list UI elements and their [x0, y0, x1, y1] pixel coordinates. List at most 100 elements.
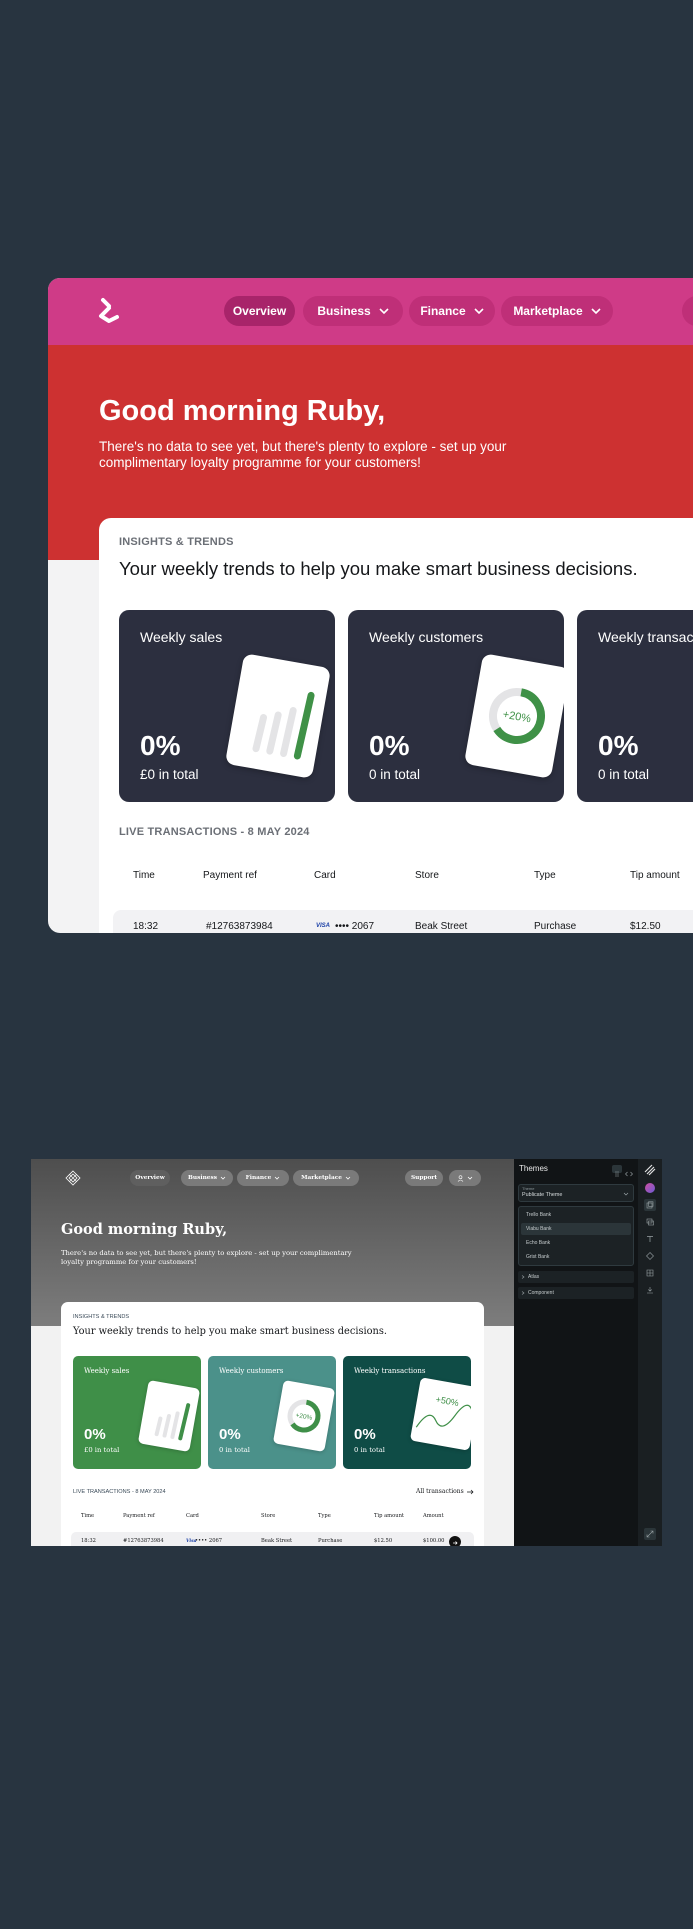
nav-marketplace-button[interactable]: Marketplace — [501, 296, 613, 326]
visa-icon: VISA — [316, 923, 331, 929]
accordion-atlas[interactable]: Atlas — [518, 1271, 634, 1283]
column-header: Time — [133, 870, 155, 881]
nav-overview-button[interactable]: Overview — [130, 1170, 170, 1186]
nav-marketplace-button[interactable]: Marketplace — [293, 1170, 359, 1186]
intro-text: There's no data to see yet, but there's … — [99, 439, 507, 470]
all-transactions-link[interactable]: All transactions — [416, 1488, 474, 1495]
code-icon — [625, 1171, 633, 1177]
panel-settings-button[interactable] — [612, 1165, 622, 1177]
weekly-customers-card[interactable]: Weekly customers +20% 0% 0 in total — [208, 1356, 336, 1469]
theme-avatar-button[interactable] — [644, 1182, 656, 1194]
cell-tip-amount: $12.50 — [630, 921, 661, 932]
tool-copy-button[interactable] — [644, 1199, 656, 1211]
theme-option[interactable]: Echo Bank — [521, 1237, 631, 1249]
table-row[interactable]: 18:32 #12763873984 Visa •••• 2067 Beak S… — [71, 1532, 474, 1546]
tool-layers-button[interactable] — [644, 1216, 656, 1228]
theme-option[interactable]: Grist Bank — [521, 1251, 631, 1263]
weekly-transactions-card[interactable]: Weekly transactions 0% 0 in total — [577, 610, 693, 802]
nav-business-label: Business — [187, 1175, 217, 1181]
nav-business-label: Business — [317, 304, 371, 318]
insights-label: INSIGHTS & TRENDS — [119, 536, 234, 548]
account-menu-button[interactable] — [449, 1170, 481, 1186]
accordion-component[interactable]: Component — [518, 1287, 634, 1299]
theme-preview-screen: Overview Business Finance Marketplace Su… — [31, 1159, 662, 1546]
bar-chart-illustration-icon — [224, 653, 332, 779]
chevron-down-icon — [345, 1176, 351, 1180]
tool-text-button[interactable] — [644, 1233, 656, 1245]
zoomed-dashboard: Overview Business Finance Marketplace Go… — [48, 278, 693, 933]
nav-overview-button[interactable]: Overview — [224, 296, 295, 326]
nav-support-button[interactable] — [682, 296, 693, 326]
chevron-down-icon — [275, 1176, 280, 1180]
nav-marketplace-label: Marketplace — [513, 304, 583, 318]
theme-option-selected[interactable]: Viabu Bank — [521, 1223, 631, 1235]
theme-select-label: Theme — [522, 1186, 535, 1191]
column-header: Payment ref — [123, 1513, 155, 1519]
app-logo-button[interactable] — [644, 1164, 656, 1176]
intro-text: There's no data to see yet, but there's … — [61, 1249, 352, 1266]
live-transactions-label: LIVE TRANSACTIONS - 8 MAY 2024 — [119, 826, 310, 838]
card-badge: +20% — [502, 709, 532, 726]
donut-chart-illustration-icon: +20% — [463, 653, 564, 779]
table-row[interactable]: 18:32 #12763873984 VISA •••• 2067 Beak S… — [113, 910, 693, 933]
column-header: Tip amount — [630, 870, 680, 881]
tool-download-button[interactable] — [644, 1284, 656, 1296]
weekly-customers-card[interactable]: Weekly customers +20% 0% 0 in total — [348, 610, 564, 802]
insights-subheading: Your weekly trends to help you make smar… — [119, 558, 638, 579]
nav-finance-button[interactable]: Finance — [237, 1170, 289, 1186]
card-value: 0% — [369, 730, 410, 761]
cell-store: Beak Street — [261, 1538, 293, 1544]
brand-logo-icon — [65, 1170, 81, 1186]
download-icon — [647, 1287, 653, 1294]
theme-option[interactable]: Trello Bank — [521, 1209, 631, 1221]
weekly-sales-card[interactable]: Weekly sales 0% £0 in total — [73, 1356, 201, 1469]
nav-finance-label: Finance — [420, 304, 466, 318]
hero-banner: Overview Business Finance Marketplace Su… — [31, 1159, 514, 1326]
tool-component-button[interactable] — [644, 1250, 656, 1262]
cell-time: 18:32 — [81, 1538, 96, 1544]
tool-grid-button[interactable] — [644, 1267, 656, 1279]
card-total: £0 in total — [84, 1446, 120, 1454]
card-total: £0 in total — [140, 767, 199, 782]
column-header: Type — [534, 870, 556, 881]
cell-amount: $100.00 — [423, 1538, 445, 1544]
cell-time: 18:32 — [133, 921, 159, 932]
tool-expand-button[interactable] — [644, 1528, 656, 1540]
chevron-down-icon — [474, 308, 484, 315]
sliders-icon — [615, 1171, 619, 1177]
column-header: Payment ref — [203, 870, 257, 881]
nav-business-button[interactable]: Business — [303, 296, 403, 326]
theme-options-list: Trello Bank Viabu Bank Echo Bank Grist B… — [518, 1206, 634, 1266]
nav-overview-label: Overview — [135, 1175, 165, 1181]
nav-finance-button[interactable]: Finance — [409, 296, 495, 326]
nav-business-button[interactable]: Business — [181, 1170, 233, 1186]
expand-icon — [646, 1530, 654, 1538]
card-title: Weekly sales — [84, 1367, 130, 1375]
weekly-transactions-card[interactable]: Weekly transactions +50% 0% 0 in total — [343, 1356, 471, 1469]
donut-chart-illustration-icon: +20% — [272, 1379, 336, 1453]
cell-type: Purchase — [318, 1538, 343, 1544]
card-title: Weekly transactions — [598, 629, 693, 645]
weekly-sales-card[interactable]: Weekly sales 0% £0 in total — [119, 610, 335, 802]
tool-rail — [638, 1159, 662, 1546]
avatar — [645, 1183, 655, 1193]
card-title: Weekly customers — [369, 629, 484, 645]
card-total: 0 in total — [219, 1446, 250, 1454]
column-header: Card — [186, 1513, 199, 1519]
insights-label: INSIGHTS & TRENDS — [73, 1314, 130, 1320]
theme-select[interactable]: Theme Publicate Theme — [518, 1184, 634, 1202]
brand-logo-icon — [99, 298, 119, 323]
dashboard-app: Overview Business Finance Marketplace Su… — [31, 1159, 514, 1546]
nav-overview-label: Overview — [232, 304, 287, 318]
cell-payment-ref: #12763873984 — [206, 921, 273, 932]
line-chart-illustration-icon: +50% — [409, 1377, 471, 1451]
panel-code-button[interactable] — [624, 1165, 634, 1177]
user-icon — [457, 1174, 464, 1182]
card-total: 0 in total — [598, 767, 650, 782]
nav-finance-label: Finance — [245, 1175, 272, 1181]
card-badge: +20% — [295, 1412, 313, 1422]
nav-support-button[interactable]: Support — [405, 1170, 443, 1186]
theme-select-value: Publicate Theme — [522, 1192, 563, 1198]
nav-marketplace-label: Marketplace — [301, 1175, 342, 1181]
row-action-button[interactable] — [449, 1536, 461, 1546]
